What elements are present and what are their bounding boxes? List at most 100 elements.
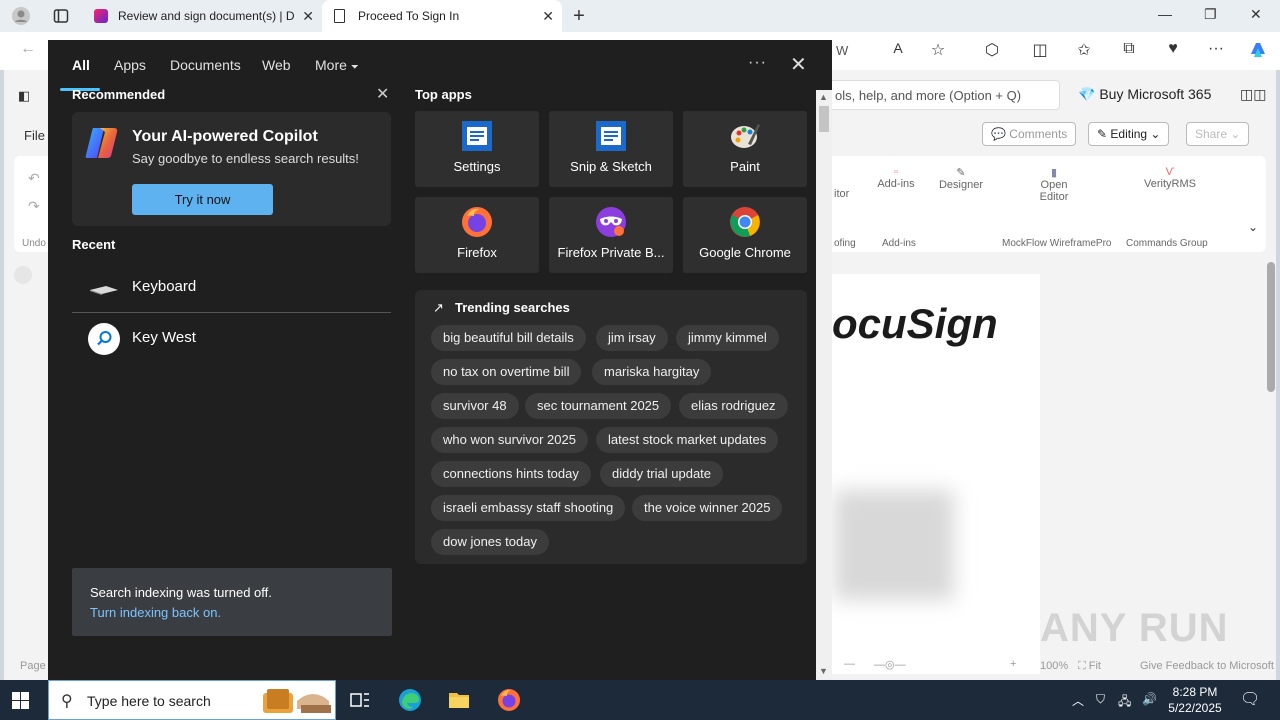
file-menu[interactable]: File — [24, 128, 45, 143]
volume-icon[interactable]: 🔊 — [1142, 692, 1157, 706]
ribbon-open-editor[interactable]: ▮ Open Editor — [1034, 166, 1074, 203]
left-column: Recommended ✕ Your AI-powered Copilot Sa… — [72, 40, 392, 680]
tab-review-sign[interactable]: Review and sign document(s) | D ✕ — [84, 0, 322, 32]
favorite-star-icon[interactable]: ☆ — [926, 40, 950, 60]
profile-icon[interactable] — [10, 5, 32, 27]
search-panel: All Apps Documents Web More ⏷ ··· ✕ Reco… — [48, 40, 832, 680]
task-view-icon[interactable] — [348, 688, 372, 712]
ribbon-editor[interactable]: itor — [834, 188, 849, 200]
trending-chip[interactable]: diddy trial update — [600, 461, 724, 487]
address-bar[interactable]: W — [836, 43, 848, 58]
taskbar: ⚲ Type here to search ︿ ⛉ 🖧 🔊 8:28 PM 5/… — [0, 680, 1280, 720]
copilot-card[interactable]: Your AI-powered Copilot Say goodbye to e… — [72, 112, 391, 226]
scroll-down-icon[interactable]: ▼ — [819, 666, 828, 676]
split-screen-icon[interactable]: ◫ — [1028, 40, 1052, 60]
app-tile-firefox[interactable]: Firefox — [415, 197, 539, 273]
scroll-thumb[interactable] — [1267, 262, 1275, 392]
new-tab-icon[interactable]: + — [568, 5, 590, 27]
trending-chip[interactable]: elias rodriguez — [679, 393, 788, 419]
scroll-up-icon[interactable]: ▲ — [819, 92, 828, 102]
close-tab-icon[interactable]: ✕ — [542, 8, 554, 25]
trending-chip[interactable]: the voice winner 2025 — [632, 495, 783, 521]
dismiss-recommended-icon[interactable]: ✕ — [376, 84, 389, 104]
page-scrollbar[interactable] — [1266, 260, 1276, 640]
copilot-icon[interactable] — [1246, 40, 1270, 65]
turn-indexing-on-link[interactable]: Turn indexing back on. — [90, 605, 221, 620]
ribbon-designer[interactable]: ✎ Designer — [936, 166, 986, 191]
trending-chip[interactable]: jim irsay — [596, 325, 668, 351]
zoom-slider[interactable]: —◎— — [874, 658, 906, 671]
ribbon-add-ins[interactable]: ▫ Add-ins — [876, 166, 916, 190]
try-it-now-button[interactable]: Try it now — [132, 184, 273, 215]
trending-heading: Trending searches — [455, 300, 570, 315]
firefox-taskbar-icon[interactable] — [497, 688, 521, 712]
zoom-level[interactable]: 100% — [1040, 660, 1068, 672]
edge-taskbar-icon[interactable] — [398, 688, 422, 712]
app-tile-snip-sketch[interactable]: Snip & Sketch — [549, 111, 673, 187]
file-explorer-icon[interactable] — [447, 688, 471, 712]
taskbar-search-placeholder: Type here to search — [87, 693, 211, 709]
app-name: Snip & Sketch — [570, 159, 652, 174]
trending-chip[interactable]: mariska hargitay — [592, 359, 712, 385]
trending-chip[interactable]: connections hints today — [431, 461, 591, 487]
buy-microsoft-365-link[interactable]: 💎 Buy Microsoft 365 — [1078, 86, 1211, 103]
panel-scrollbar[interactable]: ▲ ▼ — [816, 90, 832, 680]
favorites-icon[interactable]: ✩ — [1072, 40, 1096, 60]
taskbar-search-box[interactable]: ⚲ Type here to search — [48, 680, 336, 720]
ribbon-expand-icon[interactable]: ⌄ — [1248, 220, 1258, 234]
page-count: Page — [20, 660, 46, 672]
read-aloud-icon[interactable]: A — [886, 40, 910, 56]
comments-button[interactable]: 💬 Comments — [982, 122, 1077, 146]
network-icon[interactable]: 🖧 — [1118, 692, 1131, 713]
notifications-icon[interactable]: 🗨 — [1240, 689, 1260, 709]
word-search-input[interactable]: ols, help, and more (Option + Q) — [824, 80, 1060, 110]
performance-icon[interactable]: ♥ — [1161, 40, 1185, 58]
panel-toggle-icon[interactable]: ◧ — [18, 88, 30, 104]
restore-icon[interactable]: ❐ — [1204, 6, 1217, 23]
trending-chip[interactable]: israeli embassy staff shooting — [431, 495, 626, 521]
trending-chip[interactable]: who won survivor 2025 — [431, 427, 588, 453]
back-icon[interactable]: ← — [16, 40, 40, 58]
security-tray-icon[interactable]: ⛉ — [1096, 692, 1105, 707]
app-tile-firefox-private[interactable]: Firefox Private B... — [549, 197, 673, 273]
ribbon-verityrms[interactable]: Ѵ VerityRMS — [1140, 166, 1200, 190]
app-tile-paint[interactable]: Paint — [683, 111, 807, 187]
editing-mode-button[interactable]: ✎ Editing ⌄ — [1088, 122, 1170, 146]
copilot-title: Your AI-powered Copilot — [132, 128, 318, 145]
undo-icon[interactable]: ↶ — [28, 170, 40, 187]
collections-icon[interactable]: ⧉ — [1117, 40, 1141, 58]
tab-proceed-sign-in[interactable]: Proceed To Sign In ✕ — [322, 0, 562, 32]
show-hidden-icons-icon[interactable]: ︿ — [1072, 692, 1084, 709]
search-icon: ⚲ — [61, 693, 73, 710]
minimize-icon[interactable]: — — [1158, 6, 1172, 22]
recent-item-key-west[interactable]: Key West — [72, 313, 391, 363]
zoom-out-icon[interactable]: — — [844, 658, 855, 670]
trending-chip[interactable]: sec tournament 2025 — [525, 393, 672, 419]
more-icon[interactable]: ··· — [1204, 40, 1228, 58]
ribbon-group-add-ins: Add-ins — [882, 238, 916, 249]
close-tab-icon[interactable]: ✕ — [302, 8, 314, 25]
scroll-thumb[interactable] — [819, 106, 829, 132]
trending-chip[interactable]: big beautiful bill details — [431, 325, 586, 351]
recent-item-keyboard[interactable]: Keyboard — [72, 262, 391, 312]
trending-chip[interactable]: dow jones today — [431, 529, 549, 555]
windows-start-icon[interactable] — [12, 692, 29, 709]
zoom-in-icon[interactable]: + — [1010, 658, 1016, 670]
share-button[interactable]: Share ⌄ — [1186, 122, 1250, 146]
layout-icon[interactable]: ◫◫ — [1240, 86, 1266, 103]
close-window-icon[interactable]: ✕ — [1250, 6, 1262, 23]
trending-chip[interactable]: survivor 48 — [431, 393, 519, 419]
redo-icon[interactable]: ↷ — [28, 198, 40, 215]
app-tile-google-chrome[interactable]: Google Chrome — [683, 197, 807, 273]
app-tile-settings[interactable]: Settings — [415, 111, 539, 187]
tab-actions-icon[interactable] — [50, 5, 72, 27]
system-clock[interactable]: 8:28 PM 5/22/2025 — [1162, 684, 1228, 716]
fit-button[interactable]: ⛶ Fit — [1078, 660, 1101, 673]
trending-chip[interactable]: latest stock market updates — [596, 427, 779, 453]
trending-chip[interactable]: no tax on overtime bill — [431, 359, 582, 385]
trending-chip[interactable]: jimmy kimmel — [676, 325, 779, 351]
extensions-icon[interactable]: ⬡ — [980, 40, 1004, 60]
feedback-link[interactable]: Give Feedback to Microsoft — [1140, 660, 1274, 672]
designer-icon: ✎ — [956, 167, 966, 179]
paint-palette-icon — [729, 120, 761, 152]
